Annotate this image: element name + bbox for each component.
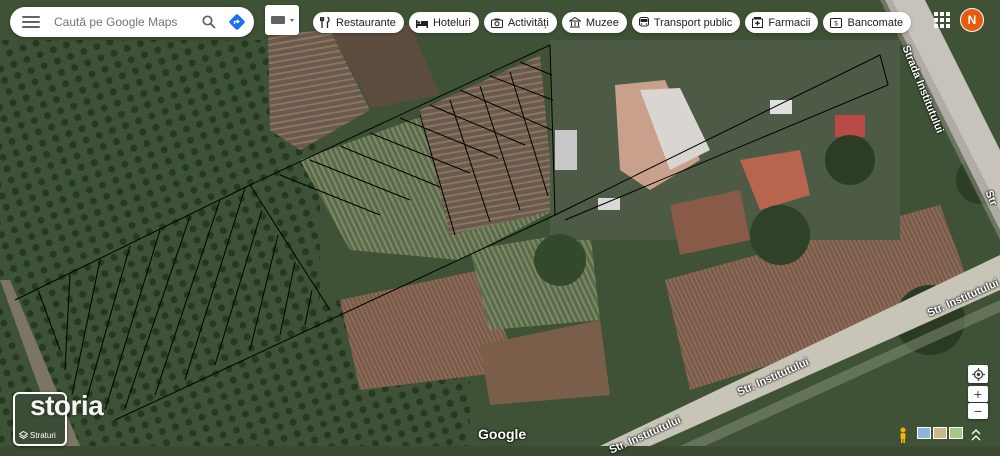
svg-text:$: $ [835,21,839,27]
atm-icon: $ [830,17,843,28]
map-type-button[interactable] [265,5,299,35]
satellite-map[interactable] [0,0,1000,446]
my-location-button[interactable] [968,365,988,383]
fork-knife-icon [320,17,330,28]
chip-label: Hoteluri [432,16,471,29]
camera-icon [490,18,503,28]
expand-icon[interactable] [970,429,982,441]
layers-label: Straturi [19,431,56,440]
layers-icon [19,431,28,440]
watermark-logo: storia [30,390,104,421]
search-input[interactable]: Caută pe Google Maps [54,15,198,29]
chip-pharmacies[interactable]: Farmacii [745,12,819,33]
thumbnail-satellite[interactable] [949,427,963,439]
account-avatar[interactable]: N [960,8,984,32]
map-thumbnails[interactable] [917,427,963,439]
chip-label: Transport public [653,16,733,29]
chip-label: Activități [507,16,549,29]
chip-label: Bancomate [847,16,904,29]
directions-icon[interactable] [226,11,248,33]
zoom-out-button[interactable]: − [968,403,988,419]
thumbnail-terrain[interactable] [933,427,947,439]
chip-hotels[interactable]: Hoteluri [408,12,479,33]
menu-icon[interactable] [22,16,40,28]
pegman-icon[interactable] [896,427,910,443]
apps-grid-icon[interactable] [933,11,951,29]
chip-museums[interactable]: Muzee [561,12,627,33]
location-target-icon [971,367,985,381]
layers-text: Straturi [30,431,56,440]
bed-icon [415,19,428,28]
category-chips: Restaurante Hoteluri Activități Muzee Tr… [313,12,912,33]
google-attribution: Google [478,426,527,442]
pharmacy-icon [752,17,764,28]
chip-restaurants[interactable]: Restaurante [313,12,404,33]
chip-atms[interactable]: $ Bancomate [823,12,912,33]
thumbnail-default[interactable] [917,427,931,439]
chip-label: Muzee [585,16,619,29]
search-bar[interactable]: Caută pe Google Maps [10,7,254,37]
bus-icon [638,17,649,27]
chip-activities[interactable]: Activități [483,12,557,33]
search-icon[interactable] [198,11,220,33]
chip-label: Farmacii [768,16,811,29]
chip-transit[interactable]: Transport public [631,12,741,33]
museum-icon [568,17,581,28]
zoom-in-button[interactable]: + [968,386,988,402]
keyboard-icon [271,16,294,24]
chip-label: Restaurante [336,16,396,29]
